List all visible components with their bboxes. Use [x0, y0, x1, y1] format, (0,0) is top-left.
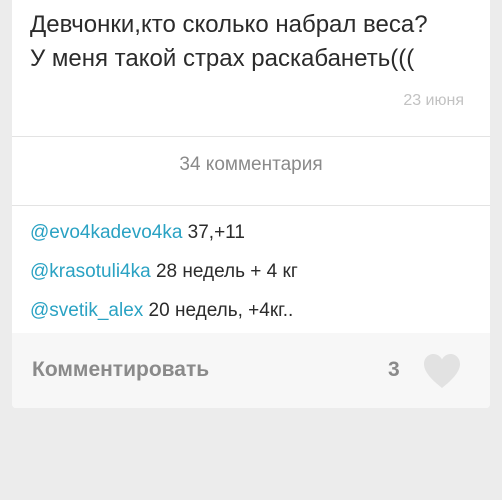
- post-card: Девчонки,кто сколько набрал веса? У меня…: [12, 0, 490, 408]
- divider: [12, 136, 490, 137]
- post-text-line: Девчонки,кто сколько набрал веса?: [30, 11, 428, 38]
- comment-button[interactable]: Комментировать: [32, 358, 209, 382]
- comment-text: 37,+11: [182, 222, 245, 243]
- comment-text: 28 недель + 4 кг: [150, 261, 298, 282]
- comment-item: @evo4kadevo4ka 37,+11: [30, 222, 245, 244]
- divider: [12, 205, 490, 206]
- comment-author-link[interactable]: @evo4kadevo4ka: [30, 222, 182, 243]
- comment-item: @svetik_alex 20 недель, +4кг..: [30, 300, 293, 322]
- post-text: Девчонки,кто сколько набрал веса? У меня…: [30, 8, 480, 76]
- comment-author-link[interactable]: @krasotuli4ka: [30, 261, 151, 282]
- comment-item: @krasotuli4ka 28 недель + 4 кг: [30, 261, 298, 283]
- post-date: 23 июня: [403, 92, 464, 109]
- comment-author-link[interactable]: @svetik_alex: [30, 300, 143, 321]
- heart-icon[interactable]: [422, 353, 462, 389]
- post-text-line: У меня такой страх раскабанеть(((: [30, 45, 415, 72]
- comments-count-link[interactable]: 34 комментария: [12, 154, 490, 176]
- comment-text: 20 недель, +4кг..: [143, 300, 294, 321]
- post-footer: Комментировать 3: [12, 333, 490, 408]
- like-count: 3: [388, 358, 400, 381]
